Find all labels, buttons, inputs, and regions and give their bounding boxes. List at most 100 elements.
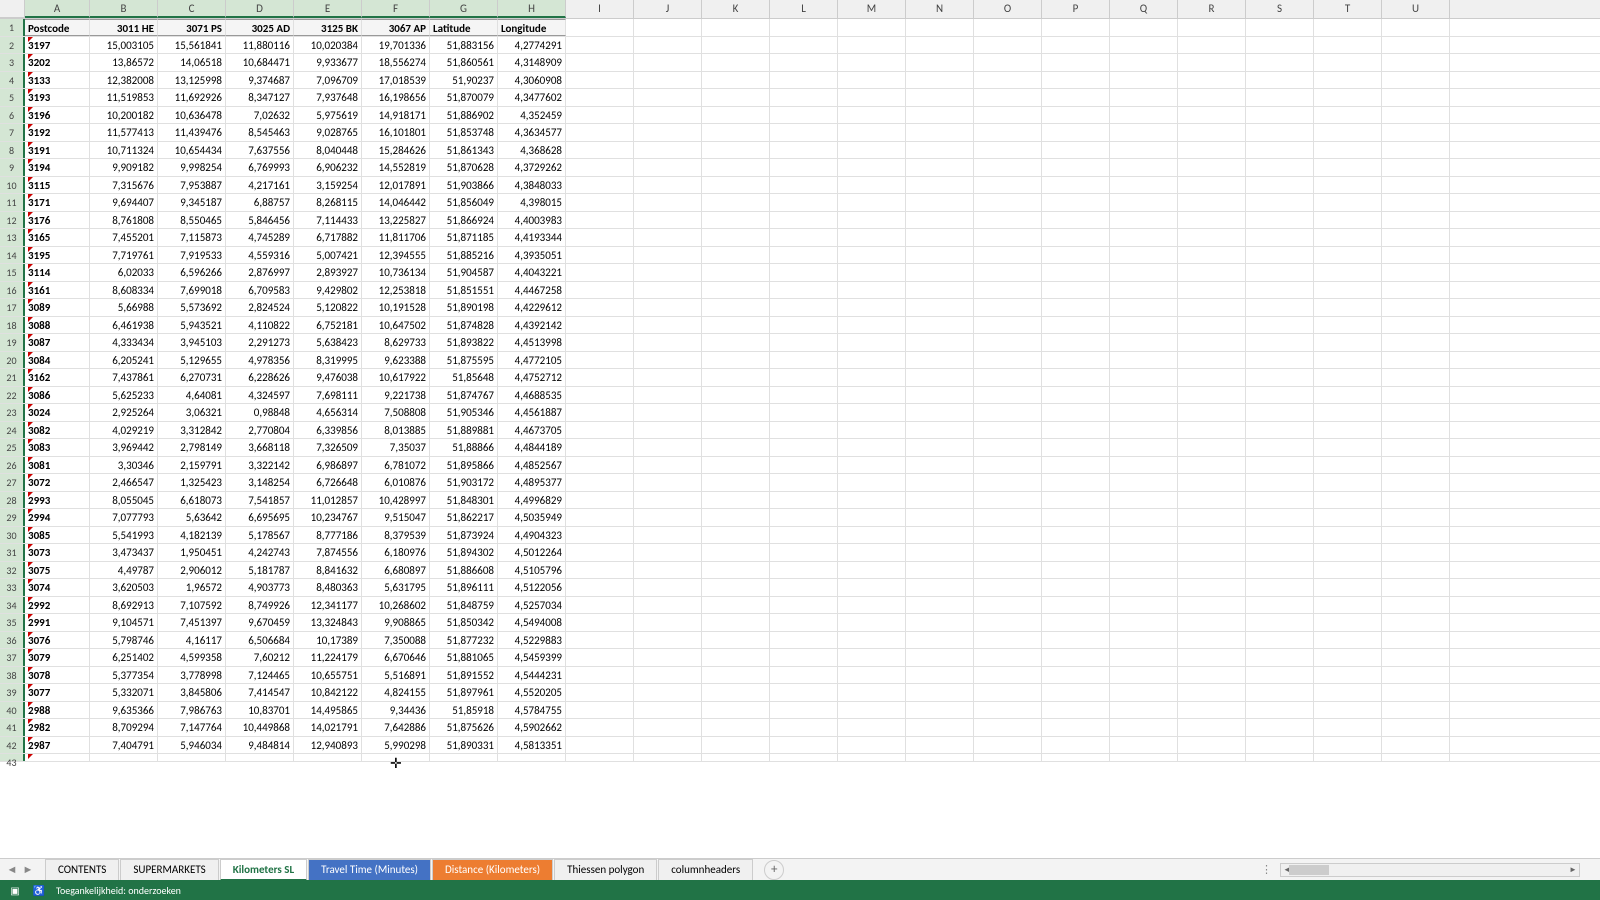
cell-U38[interactable] [1382,667,1450,684]
cell-N8[interactable] [906,142,974,159]
cell-H31[interactable]: 4,5012264 [498,544,566,561]
cell-P12[interactable] [1042,212,1110,229]
cell-F2[interactable]: 19,701336 [362,37,430,54]
cell-M41[interactable] [838,719,906,736]
cell-A41[interactable]: 2982 [25,719,90,736]
cell-K17[interactable] [702,299,770,316]
column-header-I[interactable]: I [566,0,634,18]
row-header[interactable]: 25 [0,439,25,456]
cell-C39[interactable]: 3,845806 [158,684,226,701]
cell-M4[interactable] [838,72,906,89]
cell-I39[interactable] [566,684,634,701]
cell-U10[interactable] [1382,177,1450,194]
cell-N31[interactable] [906,544,974,561]
cell-H10[interactable]: 4,3848033 [498,177,566,194]
cell-U12[interactable] [1382,212,1450,229]
cell-M3[interactable] [838,54,906,71]
cell-L14[interactable] [770,247,838,264]
cell-T26[interactable] [1314,457,1382,474]
cell-R22[interactable] [1178,387,1246,404]
cell-U34[interactable] [1382,597,1450,614]
cell-H34[interactable]: 4,5257034 [498,597,566,614]
cell-E5[interactable]: 7,937648 [294,89,362,106]
cell-N23[interactable] [906,404,974,421]
cell-J24[interactable] [634,422,702,439]
cell-F9[interactable]: 14,552819 [362,159,430,176]
cell-N18[interactable] [906,317,974,334]
cell-L22[interactable] [770,387,838,404]
cell-H2[interactable]: 4,2774291 [498,37,566,54]
cell-D7[interactable]: 8,545463 [226,124,294,141]
cell-R31[interactable] [1178,544,1246,561]
row-header[interactable]: 2 [0,37,25,54]
cell-U40[interactable] [1382,702,1450,719]
cell-L6[interactable] [770,107,838,124]
cell-P25[interactable] [1042,439,1110,456]
cell-U33[interactable] [1382,579,1450,596]
cell-C42[interactable]: 5,946034 [158,737,226,754]
cell-G39[interactable]: 51,897961 [430,684,498,701]
cell-R26[interactable] [1178,457,1246,474]
cell-M29[interactable] [838,509,906,526]
sheet-tab-columnheaders[interactable]: columnheaders [658,859,753,881]
cell-C26[interactable]: 2,159791 [158,457,226,474]
column-header-T[interactable]: T [1314,0,1382,18]
cell-A19[interactable]: 3087 [25,334,90,351]
cell-L20[interactable] [770,352,838,369]
cell-H11[interactable]: 4,398015 [498,194,566,211]
cell-N13[interactable] [906,229,974,246]
cell-H25[interactable]: 4,4844189 [498,439,566,456]
cell-B25[interactable]: 3,969442 [90,439,158,456]
cell-S32[interactable] [1246,562,1314,579]
column-header-D[interactable]: D [226,0,294,18]
cell-E16[interactable]: 9,429802 [294,282,362,299]
cell-C17[interactable]: 5,573692 [158,299,226,316]
cell-T12[interactable] [1314,212,1382,229]
cell-L40[interactable] [770,702,838,719]
cell-E22[interactable]: 7,698111 [294,387,362,404]
cell-T13[interactable] [1314,229,1382,246]
select-all-corner[interactable] [0,0,25,18]
cell-A18[interactable]: 3088 [25,317,90,334]
cell-Q25[interactable] [1110,439,1178,456]
cell-D32[interactable]: 5,181787 [226,562,294,579]
cell-H1[interactable]: Longitude [498,19,566,36]
row-header[interactable]: 23 [0,404,25,421]
cell-H26[interactable]: 4,4852567 [498,457,566,474]
cell-R38[interactable] [1178,667,1246,684]
cell-E3[interactable]: 9,933677 [294,54,362,71]
cell-S20[interactable] [1246,352,1314,369]
cell-J37[interactable] [634,649,702,666]
cell-F1[interactable]: 3067 AP [362,19,430,36]
cell-P16[interactable] [1042,282,1110,299]
cell-Q1[interactable] [1110,19,1178,36]
cell-M25[interactable] [838,439,906,456]
row-header[interactable]: 43 [0,754,25,761]
cell-G10[interactable]: 51,903866 [430,177,498,194]
cell-J43[interactable] [634,754,702,761]
cell-C33[interactable]: 1,96572 [158,579,226,596]
cell-R4[interactable] [1178,72,1246,89]
cell-O10[interactable] [974,177,1042,194]
cell-B40[interactable]: 9,635366 [90,702,158,719]
cell-U18[interactable] [1382,317,1450,334]
cell-Q38[interactable] [1110,667,1178,684]
cell-A5[interactable]: 3193 [25,89,90,106]
cell-J15[interactable] [634,264,702,281]
cell-A34[interactable]: 2992 [25,597,90,614]
cell-R20[interactable] [1178,352,1246,369]
cell-Q42[interactable] [1110,737,1178,754]
cell-U28[interactable] [1382,492,1450,509]
cell-C22[interactable]: 4,64081 [158,387,226,404]
cell-I8[interactable] [566,142,634,159]
cell-Q39[interactable] [1110,684,1178,701]
cell-H17[interactable]: 4,4229612 [498,299,566,316]
cell-N4[interactable] [906,72,974,89]
cell-J5[interactable] [634,89,702,106]
cell-G3[interactable]: 51,860561 [430,54,498,71]
cell-G33[interactable]: 51,896111 [430,579,498,596]
cell-T2[interactable] [1314,37,1382,54]
cell-M16[interactable] [838,282,906,299]
cell-Q13[interactable] [1110,229,1178,246]
cell-M38[interactable] [838,667,906,684]
